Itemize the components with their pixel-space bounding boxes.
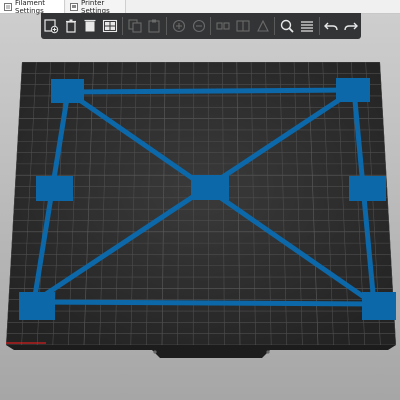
add-instance-icon (172, 19, 185, 33)
corner-pad-top-left[interactable] (51, 79, 84, 103)
toolbar-separator (274, 17, 276, 35)
split-parts-icon (236, 20, 250, 32)
corner-pad-bottom-right[interactable] (362, 292, 396, 320)
undo-icon (324, 22, 339, 31)
mid-pad-left[interactable] (36, 176, 73, 201)
redo-icon (344, 22, 359, 31)
split-objects-button[interactable] (214, 15, 233, 37)
copy-button[interactable] (125, 15, 144, 37)
main-toolbar (41, 13, 361, 39)
paste-icon (148, 19, 160, 33)
split-parts-button[interactable] (234, 15, 253, 37)
corner-pad-bottom-left[interactable] (19, 292, 55, 320)
toolbar-separator (121, 17, 123, 35)
delete-all-icon (84, 19, 96, 32)
tab-filament-settings[interactable]: Filament Settings (0, 0, 65, 15)
arrange-button[interactable] (101, 15, 120, 37)
arrange-icon (102, 19, 118, 33)
corner-pad-top-right[interactable] (336, 78, 370, 102)
toolbar-separator (166, 17, 167, 35)
split-objects-icon (216, 22, 230, 30)
undo-button[interactable] (322, 15, 341, 37)
variable-layer-height-icon (256, 19, 269, 32)
printer-settings-icon (70, 2, 78, 11)
delete-icon (65, 19, 76, 33)
build-plate-view[interactable] (0, 0, 400, 400)
paste-button[interactable] (145, 15, 164, 37)
variable-layer-height-button[interactable] (253, 15, 272, 37)
remove-instance-button[interactable] (189, 15, 208, 37)
delete-all-button[interactable] (81, 15, 100, 37)
delete-button[interactable] (61, 15, 80, 37)
toolbar-separator (210, 17, 212, 35)
add-icon (44, 19, 59, 34)
layers-editing-button[interactable] (298, 15, 317, 37)
remove-instance-icon (192, 19, 205, 33)
search-icon (280, 19, 294, 33)
add-instance-button[interactable] (170, 15, 189, 37)
copy-icon (128, 19, 142, 33)
layers-editing-icon (300, 21, 313, 32)
search-button[interactable] (278, 15, 297, 37)
tab-printer-settings[interactable]: Printer Settings (66, 0, 126, 15)
toolbar-separator (318, 17, 320, 35)
center-pad[interactable] (191, 175, 229, 200)
redo-button[interactable] (342, 15, 361, 37)
filament-settings-icon (4, 2, 12, 11)
tab-bar: Filament Settings Printer Settings (0, 0, 400, 15)
mid-pad-right[interactable] (349, 176, 386, 201)
add-button[interactable] (42, 15, 61, 37)
